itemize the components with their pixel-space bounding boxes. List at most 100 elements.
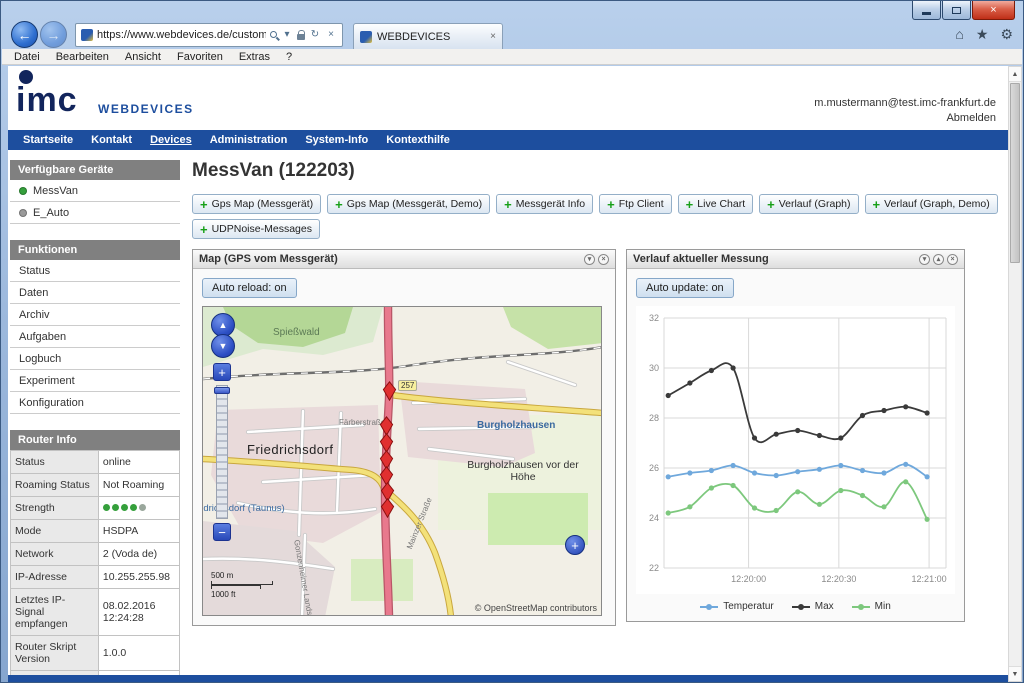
auto-update-toggle[interactable]: Auto update: on — [636, 278, 734, 298]
function-item-4[interactable]: Logbuch — [10, 348, 180, 370]
back-button[interactable]: ← — [11, 21, 38, 48]
chart-panel-header[interactable]: Verlauf aktueller Messung ▾ ▴ × — [627, 250, 964, 269]
legend-swatch — [792, 606, 810, 608]
nav-item-4[interactable]: System-Info — [296, 134, 377, 146]
action-button-1-3[interactable]: +Ftp Client — [599, 194, 672, 214]
zoom-slider-thumb[interactable] — [214, 387, 230, 394]
router-value: online — [98, 451, 179, 474]
search-icon[interactable] — [270, 31, 277, 38]
device-item-1[interactable]: E_Auto — [10, 202, 180, 224]
collapse-icon[interactable]: ▾ — [919, 254, 930, 265]
function-item-1[interactable]: Daten — [10, 282, 180, 304]
auto-reload-toggle[interactable]: Auto reload: on — [202, 278, 297, 298]
legend-item-2[interactable]: Min — [852, 601, 891, 612]
map-panel: Map (GPS vom Messgerät) ▾ × Auto reload:… — [192, 249, 616, 626]
svg-text:28: 28 — [649, 413, 659, 423]
close-window-button[interactable]: × — [972, 1, 1015, 20]
signal-strength-dot — [103, 504, 110, 511]
refresh-icon[interactable]: ↻ — [309, 29, 321, 40]
action-button-1-4[interactable]: +Live Chart — [678, 194, 753, 214]
zoom-out-button[interactable]: − — [213, 523, 231, 541]
nav-item-1[interactable]: Kontakt — [82, 134, 141, 146]
router-row-3: ModeHSDPA — [11, 520, 180, 543]
gps-marker-0[interactable] — [382, 381, 397, 401]
openstreetmap-basemap[interactable] — [203, 307, 602, 616]
osm-attribution[interactable]: © OpenStreetMap contributors — [475, 603, 597, 613]
legend-item-0[interactable]: Temperatur — [700, 601, 774, 612]
menu-item-0[interactable]: Datei — [6, 51, 48, 63]
action-button-1-6[interactable]: +Verlauf (Graph, Demo) — [865, 194, 998, 214]
svg-text:12:20:00: 12:20:00 — [731, 574, 766, 584]
action-button-1-0[interactable]: +Gps Map (Messgerät) — [192, 194, 321, 214]
maximize-button[interactable] — [942, 1, 971, 20]
router-value: 2 (Voda de) — [98, 543, 179, 566]
logout-link[interactable]: Abmelden — [814, 111, 996, 126]
plus-icon: + — [200, 225, 208, 234]
device-item-0[interactable]: MessVan — [10, 180, 180, 202]
nav-item-5[interactable]: Kontexthilfe — [377, 134, 459, 146]
menu-item-4[interactable]: Extras — [231, 51, 278, 63]
scroll-up-icon[interactable]: ▲ — [1009, 67, 1021, 82]
address-bar[interactable]: https://www.webdevices.de/customer/d ▾ ↻… — [75, 23, 343, 47]
nav-item-3[interactable]: Administration — [201, 134, 297, 146]
legend-item-1[interactable]: Max — [792, 601, 834, 612]
router-row-7: Router Skript Version1.0.0 — [11, 636, 180, 671]
function-item-3[interactable]: Aufgaben — [10, 326, 180, 348]
legend-label: Temperatur — [723, 601, 774, 612]
router-value: 08.02.2016 12:24:28 — [98, 589, 179, 636]
vertical-scrollbar[interactable]: ▲ ▼ — [1008, 66, 1022, 682]
action-button-2-0[interactable]: +UDPNoise-Messages — [192, 219, 320, 239]
svg-text:12:20:30: 12:20:30 — [821, 574, 856, 584]
browser-tab[interactable]: WEBDEVICES × — [353, 23, 503, 49]
layer-switcher-button[interactable]: + — [565, 535, 585, 555]
router-label: IP-Adresse — [11, 566, 99, 589]
function-item-6[interactable]: Konfiguration — [10, 392, 180, 414]
function-item-5[interactable]: Experiment — [10, 370, 180, 392]
action-button-1-5[interactable]: +Verlauf (Graph) — [759, 194, 858, 214]
map-panel-header[interactable]: Map (GPS vom Messgerät) ▾ × — [193, 250, 615, 269]
close-icon[interactable]: × — [598, 254, 609, 265]
scale-feet-label: 1000 ft — [211, 590, 235, 599]
action-button-1-1[interactable]: +Gps Map (Messgerät, Demo) — [327, 194, 490, 214]
forward-button[interactable]: → — [40, 21, 67, 48]
function-item-2[interactable]: Archiv — [10, 304, 180, 326]
page-title: MessVan (122203) — [192, 160, 1008, 182]
action-button-1-2[interactable]: +Messgerät Info — [496, 194, 593, 214]
nav-item-2[interactable]: Devices — [141, 134, 201, 146]
menu-item-5[interactable]: ? — [278, 51, 300, 63]
map-pan-down-button[interactable]: ▼ — [211, 334, 235, 358]
action-button-label: Messgerät Info — [516, 198, 585, 210]
stop-icon[interactable]: × — [325, 29, 337, 40]
zoom-in-button[interactable]: + — [213, 363, 231, 381]
scrollbar-thumb[interactable] — [1010, 83, 1020, 263]
action-button-label: Verlauf (Graph, Demo) — [884, 198, 990, 210]
minimize-button[interactable] — [912, 1, 941, 20]
expand-icon[interactable]: ▴ — [933, 254, 944, 265]
router-row-4: Network2 (Voda de) — [11, 543, 180, 566]
home-icon[interactable]: ⌂ — [955, 26, 963, 43]
menu-item-3[interactable]: Favoriten — [169, 51, 231, 63]
favorites-star-icon[interactable]: ★ — [976, 26, 989, 43]
gear-icon[interactable]: ⚙ — [1000, 26, 1013, 43]
imc-logo[interactable]: imc — [16, 70, 78, 116]
scroll-down-icon[interactable]: ▼ — [1009, 666, 1021, 681]
plus-icon: + — [873, 200, 881, 209]
tab-close-icon[interactable]: × — [490, 31, 496, 42]
function-list: StatusDatenArchivAufgabenLogbuchExperime… — [10, 260, 180, 414]
gps-marker-6[interactable] — [380, 498, 395, 518]
url-text[interactable]: https://www.webdevices.de/customer/d — [97, 29, 266, 41]
map-canvas[interactable]: Spießwald 257 Burgholzhausen Färberstraß… — [202, 306, 602, 616]
chevron-down-icon[interactable]: ▾ — [281, 29, 293, 40]
page-favicon — [81, 29, 93, 41]
collapse-icon[interactable]: ▾ — [584, 254, 595, 265]
plus-icon: + — [686, 200, 694, 209]
function-item-0[interactable]: Status — [10, 260, 180, 282]
router-row-2: Strength — [11, 497, 180, 520]
browser-window: × ← → https://www.webdevices.de/customer… — [0, 0, 1024, 683]
close-icon[interactable]: × — [947, 254, 958, 265]
nav-item-0[interactable]: Startseite — [14, 134, 82, 146]
action-button-label: Gps Map (Messgerät, Demo) — [347, 198, 482, 210]
menu-item-2[interactable]: Ansicht — [117, 51, 169, 63]
menu-item-1[interactable]: Bearbeiten — [48, 51, 117, 63]
zoom-slider[interactable] — [216, 385, 228, 519]
